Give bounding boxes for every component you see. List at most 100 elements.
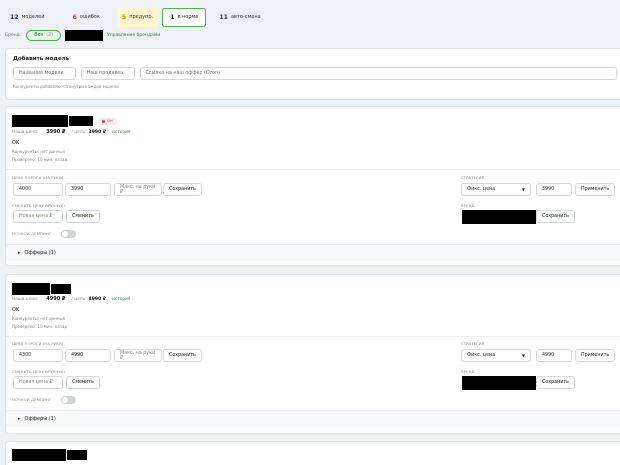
- save-brand-button[interactable]: Сохранить: [536, 376, 575, 389]
- min-price-input[interactable]: 4300: [13, 349, 63, 362]
- history-link[interactable]: история: [112, 130, 130, 135]
- stat-count: 11: [219, 13, 228, 21]
- competitors-text: Конкуренты: нет данных: [12, 316, 66, 321]
- our-price-label: Наша цена:: [12, 297, 39, 302]
- min-price-input[interactable]: 4000: [13, 183, 63, 196]
- history-link[interactable]: история: [112, 297, 130, 302]
- brand-filter-label: Бренд:: [5, 33, 22, 38]
- change-price-button[interactable]: Сменить: [66, 376, 100, 389]
- brand-filter-all[interactable]: Все (2): [26, 30, 61, 41]
- add-model-card: Добавить модель Название модели Наш прод…: [5, 48, 620, 100]
- model-title-row: [12, 283, 71, 295]
- save-brand-button[interactable]: Сохранить: [536, 210, 575, 223]
- save-thresholds-button[interactable]: Сохранить: [163, 183, 202, 196]
- price-line: Наша цена: 3990 ₽ / цель: 3990 ₽ история: [12, 129, 131, 135]
- manage-brands-link[interactable]: Управление брендами: [107, 33, 160, 38]
- strategy-price-input[interactable]: 4990: [536, 349, 572, 362]
- max-hands-input[interactable]: Макс. на руки ₽: [114, 183, 162, 196]
- our-price-value: 4990 ₽: [46, 296, 66, 302]
- apply-strategy-button[interactable]: Применить: [575, 349, 616, 362]
- stat-auto-change[interactable]: 11 авто-смена: [214, 8, 265, 27]
- stat-label: моделей: [21, 14, 45, 20]
- manual-price-label: СМЕНИТЬ ЦЕНУ ВРУЧНУЮ: [12, 369, 65, 374]
- stat-label: авто-смена: [230, 14, 261, 20]
- offers-label: Офферы (1): [24, 416, 56, 422]
- strategy-price-input[interactable]: 3990: [536, 183, 572, 196]
- max-price-input[interactable]: 3990: [65, 183, 111, 196]
- strategy-label: СТРАТЕГИЯ: [461, 175, 485, 180]
- divider: [6, 169, 620, 170]
- goal-label: / цель:: [71, 297, 87, 302]
- stat-label: в норме: [177, 14, 199, 20]
- model-name-input[interactable]: Название модели: [13, 67, 76, 80]
- redacted-model-name: [12, 115, 68, 127]
- status-text: OK: [12, 307, 20, 313]
- add-model-title: Добавить модель: [13, 56, 70, 62]
- max-hands-input[interactable]: Макс. на руки ₽: [114, 349, 162, 362]
- brand-filter-all-label: Все: [34, 33, 44, 38]
- brand-filter-all-count: (2): [46, 33, 53, 38]
- redacted-model-name: [67, 450, 87, 460]
- our-seller-input[interactable]: Наш продавец: [80, 67, 135, 80]
- stat-ok[interactable]: 1в норме: [162, 7, 207, 27]
- stat-models[interactable]: 12 моделей: [5, 8, 50, 27]
- competitors-text: Конкуренты: нет данных: [12, 149, 66, 154]
- change-price-button[interactable]: Сменить: [66, 210, 100, 223]
- price-line: Наша цена: 4990 ₽ / цель: 4990 ₽ история: [12, 296, 131, 302]
- chevron-right-icon: ▸: [18, 416, 21, 422]
- dot-icon: [102, 119, 105, 123]
- brand-filter: Бренд: Все (2) Управление брендами: [5, 30, 160, 41]
- add-model-hint: Конкуренты добавляются внутри каждой мод…: [13, 84, 119, 89]
- strategy-select[interactable]: Фикс. цена ▼: [461, 183, 531, 196]
- stat-label: ошибок: [79, 14, 100, 20]
- night-dumping-toggle[interactable]: [61, 230, 76, 238]
- model-title-row: [12, 449, 87, 461]
- status-text: OK: [12, 140, 20, 146]
- strategy-value: Фикс. цена: [467, 353, 496, 358]
- new-price-input[interactable]: Новая цена ₽: [13, 210, 63, 223]
- strategy-select[interactable]: Фикс. цена ▼: [461, 349, 531, 362]
- redacted-model-name: [12, 283, 50, 295]
- offers-toggle[interactable]: ▸ Офферы (1): [6, 244, 620, 261]
- max-price-input[interactable]: 4990: [65, 349, 111, 362]
- manual-price-label: СМЕНИТЬ ЦЕНУ ВРУЧНУЮ: [12, 203, 65, 208]
- apply-strategy-button[interactable]: Применить: [575, 183, 616, 196]
- save-thresholds-button[interactable]: Сохранить: [163, 349, 202, 362]
- goal-price-value: 4990 ₽: [88, 297, 107, 302]
- stat-warnings[interactable]: 5 предупр.: [116, 7, 159, 27]
- redacted-brand-field[interactable]: [462, 376, 536, 390]
- chevron-down-icon: ▼: [521, 187, 525, 192]
- checked-text: Проверено: 10 мин. назад: [12, 157, 68, 162]
- stat-count: 12: [10, 13, 19, 21]
- night-dumping-toggle[interactable]: [61, 396, 76, 404]
- strategy-label: СТРАТЕГИЯ: [461, 341, 485, 346]
- redacted-brand-field[interactable]: [462, 210, 536, 224]
- checked-text: Проверено: 10 мин. назад: [12, 324, 68, 329]
- offer-link-input[interactable]: Ссылка на наш оффер (Ozon): [139, 67, 617, 80]
- add-model-form: Название модели Наш продавец Ссылка на н…: [13, 67, 617, 80]
- offers-label: Офферы (1): [24, 250, 56, 256]
- our-price-value: 3990 ₽: [46, 129, 66, 135]
- stat-count: 1: [170, 13, 175, 21]
- model-card: Наша цена: 4990 ₽ / цель: 4990 ₽ история…: [5, 274, 620, 434]
- status-badge: ОН: [98, 117, 117, 125]
- model-card: ОН Наша цена: 3990 ₽ / цель: 3990 ₽ исто…: [5, 106, 620, 266]
- price-thresholds-label: ЦЕНА ПОРОГИ (НА РУКИ): [12, 341, 64, 346]
- redacted-model-name: [12, 449, 66, 461]
- chevron-right-icon: ▸: [18, 250, 21, 256]
- strategy-value: Фикс. цена: [467, 187, 496, 192]
- price-thresholds-label: ЦЕНА ПОРОГИ (НА РУКИ): [12, 175, 64, 180]
- stat-errors[interactable]: 6 ошибок: [68, 8, 105, 27]
- night-dumping-label: НОЧНОЙ ДЕМПИНГ: [12, 397, 52, 402]
- stat-count: 5: [121, 13, 127, 21]
- goal-label: / цель:: [71, 130, 87, 135]
- night-dumping-label: НОЧНОЙ ДЕМПИНГ: [12, 231, 52, 236]
- brand-label: БРЕНД: [461, 369, 475, 374]
- redacted-model-name: [69, 116, 93, 126]
- stat-count: 6: [72, 13, 77, 21]
- badge-label: ОН: [107, 119, 113, 123]
- offers-toggle[interactable]: ▸ Офферы (1): [6, 410, 620, 427]
- new-price-input[interactable]: Новая цена ₽: [13, 376, 63, 389]
- redacted-brand-chip[interactable]: [64, 30, 103, 41]
- redacted-model-name: [51, 284, 71, 294]
